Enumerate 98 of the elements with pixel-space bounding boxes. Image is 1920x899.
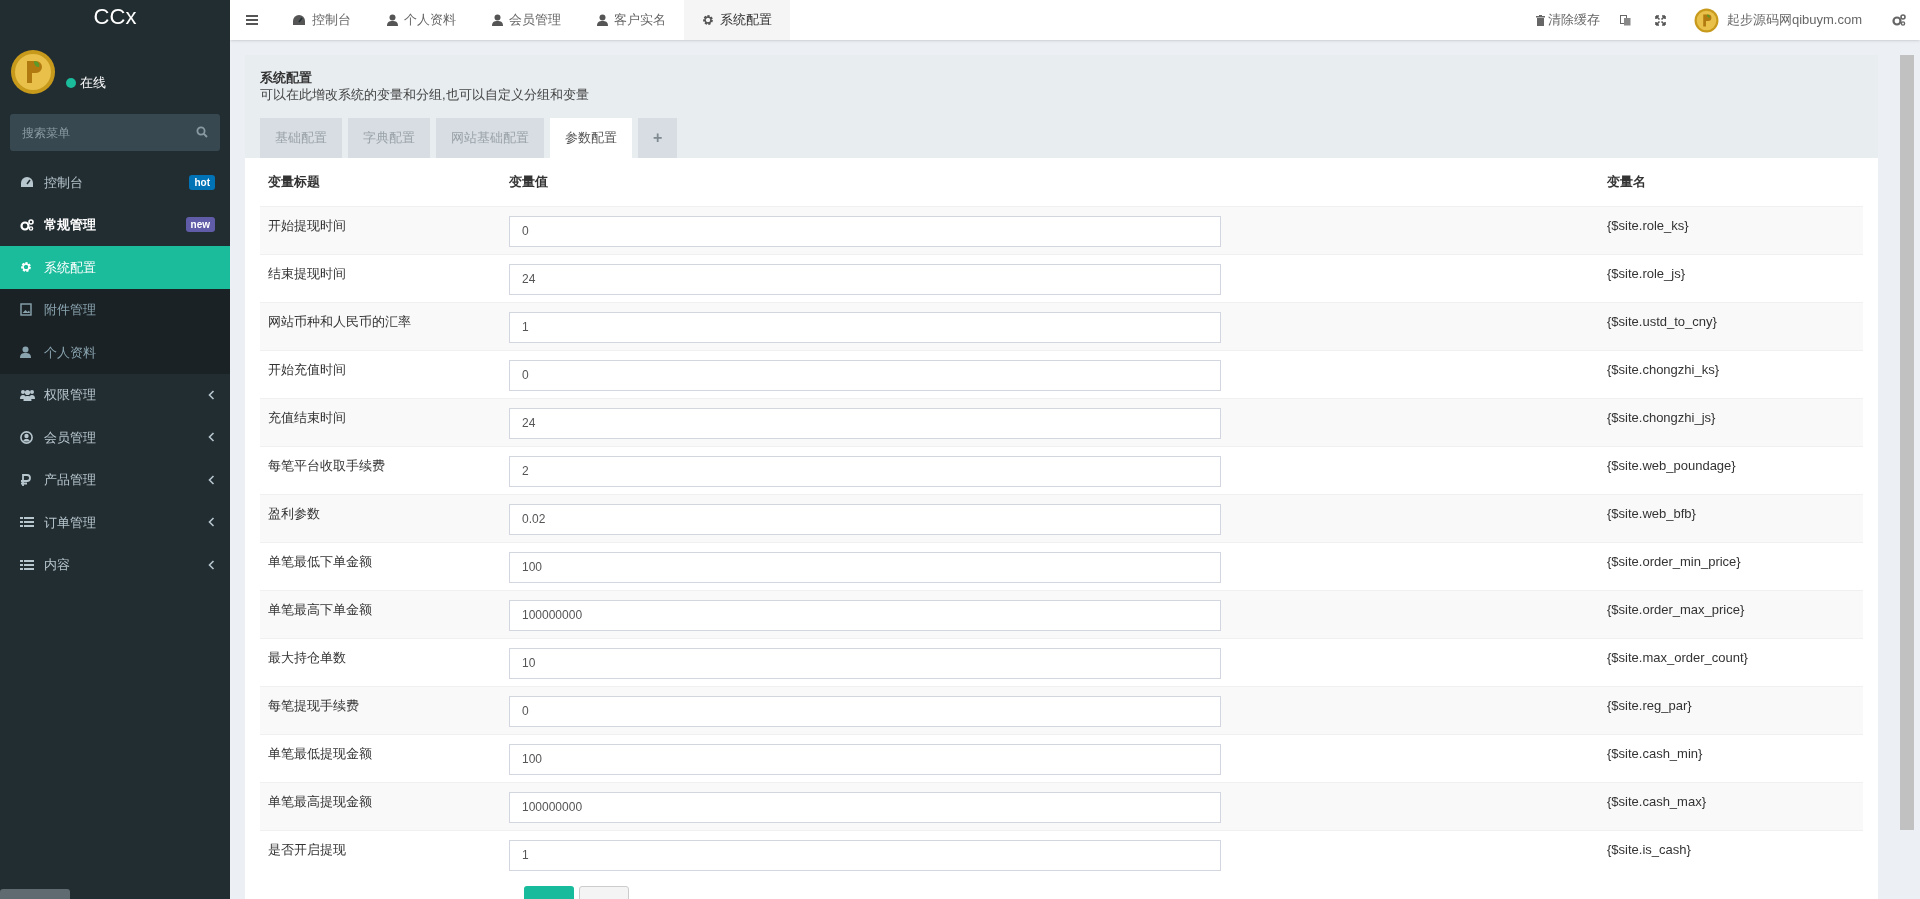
list-icon bbox=[20, 558, 36, 571]
sidebar-item[interactable]: 控制台 hot bbox=[0, 161, 230, 204]
status-tooltip bbox=[0, 889, 70, 899]
value-input[interactable]: 100 bbox=[509, 743, 1221, 775]
value-input[interactable]: 100000000 bbox=[509, 599, 1221, 631]
menu-label: 内容 bbox=[44, 556, 71, 574]
menu-label: 权限管理 bbox=[44, 386, 97, 404]
menu-label: 常规管理 bbox=[44, 216, 97, 234]
value-input[interactable]: 100000000 bbox=[509, 791, 1221, 823]
table-cell: 网站币种和人民币的汇率 bbox=[260, 302, 501, 350]
menu-badge: new bbox=[185, 217, 215, 233]
value-input[interactable]: 0 bbox=[509, 695, 1221, 727]
menu-label: 系统配置 bbox=[44, 258, 96, 277]
panel-subtitle: 可以在此增改系统的变量和分组,也可以自定义分组和变量 bbox=[260, 86, 590, 104]
value-input[interactable]: 1 bbox=[509, 839, 1221, 871]
value-input[interactable]: 0.02 bbox=[509, 503, 1221, 535]
dash-icon bbox=[20, 176, 36, 189]
sidebar-item[interactable]: 产品管理 bbox=[0, 458, 230, 501]
table-cell: {$site.is_cash} bbox=[1599, 830, 1863, 878]
column-header: 变量标题 bbox=[260, 158, 501, 206]
user-icon bbox=[492, 14, 503, 26]
table-cell: 每笔提现手续费 bbox=[260, 686, 501, 734]
nav-tab[interactable]: 客户实名 bbox=[579, 0, 684, 40]
sidebar-item[interactable]: 内容 bbox=[0, 543, 230, 586]
table-cell: {$site.ustd_to_cny} bbox=[1599, 302, 1863, 350]
value-input[interactable]: 0 bbox=[509, 359, 1221, 391]
menu-label: 订单管理 bbox=[44, 513, 97, 532]
table-cell: 单笔最高提现金额 bbox=[260, 782, 501, 830]
table-cell: {$site.web_poundage} bbox=[1599, 446, 1863, 494]
user-menu[interactable]: 起步源码网qibuym.com bbox=[1677, 7, 1878, 33]
value-input[interactable]: 1 bbox=[509, 311, 1221, 343]
menu-label: 附件管理 bbox=[44, 301, 96, 319]
dash-icon bbox=[292, 14, 306, 26]
value-input[interactable]: 100 bbox=[509, 551, 1221, 583]
search-field[interactable]: 搜索菜单 bbox=[10, 114, 220, 151]
chevron-left-icon bbox=[208, 559, 215, 570]
table-cell: 充值结束时间 bbox=[260, 398, 501, 446]
submenu-item[interactable]: 附件管理 bbox=[0, 288, 230, 331]
status-text: 在线 bbox=[80, 74, 106, 93]
value-input[interactable]: 10 bbox=[509, 647, 1221, 679]
list-icon bbox=[20, 516, 36, 529]
table-cell: 最大持仓单数 bbox=[260, 638, 501, 686]
clear-cache-button[interactable]: 清除缓存 bbox=[1527, 10, 1608, 30]
sidebar-item[interactable]: 订单管理 bbox=[0, 501, 230, 544]
table-cell: {$site.max_order_count} bbox=[1599, 638, 1863, 686]
chevron-left-icon bbox=[208, 432, 215, 443]
table-cell: 开始提现时间 bbox=[260, 206, 501, 254]
user-icon bbox=[387, 14, 398, 26]
menu-label: 控制台 bbox=[44, 173, 84, 192]
table-cell: 单笔最低下单金额 bbox=[260, 542, 501, 590]
panel-title: 系统配置 bbox=[260, 70, 313, 86]
sidebar-item[interactable]: 会员管理 bbox=[0, 416, 230, 459]
users-icon bbox=[20, 388, 36, 401]
logo-text: CCx bbox=[93, 2, 137, 31]
value-input[interactable]: 0 bbox=[509, 215, 1221, 247]
nav-tab[interactable]: 系统配置 bbox=[684, 0, 790, 40]
table-cell: {$site.chongzhi_js} bbox=[1599, 398, 1863, 446]
table-cell: 是否开启提现 bbox=[260, 830, 501, 878]
search-icon[interactable] bbox=[196, 126, 208, 138]
column-header: 变量值 bbox=[501, 158, 1599, 206]
table-cell: {$site.role_ks} bbox=[1599, 206, 1863, 254]
column-header: 变量名 bbox=[1599, 158, 1863, 206]
chevron-left-icon bbox=[208, 474, 215, 485]
value-input[interactable]: 24 bbox=[509, 263, 1221, 295]
nav-tab[interactable]: 个人资料 bbox=[369, 0, 474, 40]
table-cell: 开始充值时间 bbox=[260, 350, 501, 398]
menu-label: 产品管理 bbox=[44, 471, 97, 489]
trash-icon bbox=[1535, 14, 1545, 26]
table-cell: {$site.order_min_price} bbox=[1599, 542, 1863, 590]
value-input[interactable]: 2 bbox=[509, 455, 1221, 487]
table-cell: {$site.order_max_price} bbox=[1599, 590, 1863, 638]
sidebar-item[interactable]: 权限管理 bbox=[0, 373, 230, 416]
cogs-icon bbox=[20, 218, 36, 231]
table-cell: {$site.cash_min} bbox=[1599, 734, 1863, 782]
user-icon bbox=[597, 14, 608, 26]
table-cell: 单笔最低提现金额 bbox=[260, 734, 501, 782]
ucircle-icon bbox=[20, 430, 36, 444]
table-cell: 盈利参数 bbox=[260, 494, 501, 542]
config-tab[interactable]: 参数配置 bbox=[550, 118, 632, 158]
table-cell: 单笔最高下单金额 bbox=[260, 590, 501, 638]
table-cell: {$site.reg_par} bbox=[1599, 686, 1863, 734]
value-input[interactable]: 24 bbox=[509, 407, 1221, 439]
menu-label: 会员管理 bbox=[44, 428, 97, 447]
submenu-item[interactable]: 个人资料 bbox=[0, 331, 230, 374]
cog-icon bbox=[702, 14, 714, 26]
table-cell: {$site.role_js} bbox=[1599, 254, 1863, 302]
menu-label: 个人资料 bbox=[44, 343, 96, 362]
table-cell: {$site.cash_max} bbox=[1599, 782, 1863, 830]
chevron-left-icon bbox=[208, 517, 215, 528]
nav-tab[interactable]: 会员管理 bbox=[474, 0, 579, 40]
sidebar-item[interactable]: 常规管理 new bbox=[0, 203, 230, 246]
table-cell: 每笔平台收取手续费 bbox=[260, 446, 501, 494]
chevron-left-icon bbox=[208, 389, 215, 400]
table-cell: {$site.web_bfb} bbox=[1599, 494, 1863, 542]
menu-badge: hot bbox=[189, 174, 215, 190]
table-cell: {$site.chongzhi_ks} bbox=[1599, 350, 1863, 398]
nav-tab[interactable]: 控制台 bbox=[274, 0, 369, 40]
table-cell: 结束提现时间 bbox=[260, 254, 501, 302]
